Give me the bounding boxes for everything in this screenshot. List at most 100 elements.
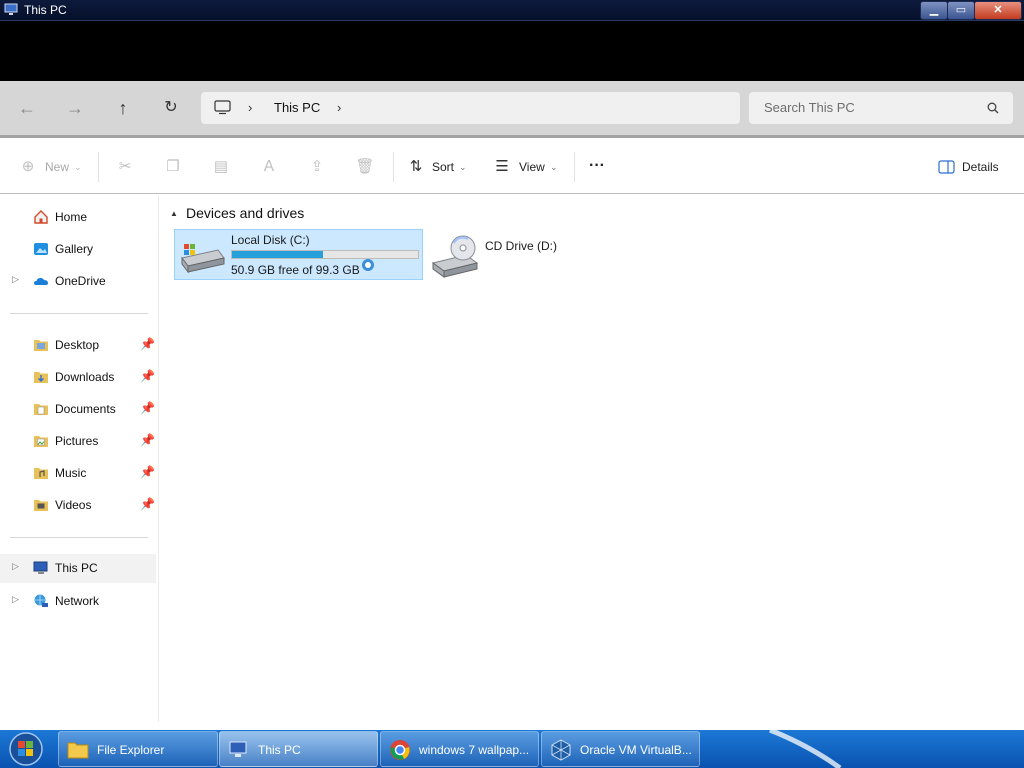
back-icon[interactable]: ← xyxy=(15,97,39,119)
loading-spinner-icon xyxy=(362,259,374,271)
breadcrumb-chevron-icon[interactable]: › xyxy=(337,100,341,115)
desktop-folder-icon xyxy=(34,340,48,351)
collapse-group-icon[interactable]: ▲ xyxy=(170,209,178,218)
sidebar-item-label: Desktop xyxy=(55,338,100,352)
taskbar-item-label: Oracle VM VirtualB... xyxy=(580,743,692,757)
pin-icon[interactable]: 📌 xyxy=(140,497,155,511)
monitor-icon xyxy=(214,100,231,115)
rename-icon[interactable]: Ａ xyxy=(259,157,279,177)
pictures-folder-icon xyxy=(34,436,48,447)
taskbar-item-label: File Explorer xyxy=(97,743,165,757)
sidebar-item-documents[interactable]: Documents 📌 xyxy=(0,395,156,423)
command-separator xyxy=(393,152,394,182)
downloads-folder-icon xyxy=(34,372,48,383)
close-button[interactable]: ✕ xyxy=(974,1,1022,20)
pin-icon[interactable]: 📌 xyxy=(140,369,155,383)
address-bar[interactable]: › This PC › xyxy=(201,92,740,124)
sidebar-item-label: OneDrive xyxy=(55,274,106,288)
sidebar-item-label: Downloads xyxy=(55,370,115,384)
maximize-button[interactable]: ▭ xyxy=(947,1,975,20)
sidebar-item-label: Gallery xyxy=(55,242,94,256)
minimize-button[interactable]: ▁ xyxy=(920,1,948,20)
virtualbox-icon xyxy=(551,739,571,761)
cut-icon[interactable]: ✂ xyxy=(115,157,135,177)
this-pc-icon xyxy=(229,741,247,757)
delete-icon[interactable]: 🗑 xyxy=(355,157,375,177)
up-icon[interactable]: ↑ xyxy=(111,97,135,119)
window-title-bar[interactable]: This PC xyxy=(0,0,1024,21)
music-folder-icon xyxy=(34,468,48,479)
taskbar-item-chrome[interactable]: windows 7 wallpap... xyxy=(380,731,539,767)
home-icon xyxy=(34,210,48,224)
taskbar-item-this-pc[interactable]: This PC xyxy=(219,731,378,767)
taskbar-item-label: This PC xyxy=(258,743,301,757)
view-chevron-icon[interactable]: ⌄ xyxy=(550,157,558,177)
new-plus-icon[interactable]: ⊕ xyxy=(18,157,38,177)
drive-usage-fill xyxy=(232,251,323,258)
pin-icon[interactable]: 📌 xyxy=(140,401,155,415)
breadcrumb-this-pc[interactable]: This PC xyxy=(274,100,320,115)
sidebar-separator xyxy=(10,313,148,314)
expand-chevron-icon[interactable]: ▷ xyxy=(12,561,19,572)
search-input[interactable]: Search This PC xyxy=(764,100,855,115)
sidebar-item-downloads[interactable]: Downloads 📌 xyxy=(0,363,156,391)
sidebar-item-onedrive[interactable]: ▷ OneDrive xyxy=(0,267,156,295)
this-pc-icon xyxy=(33,561,48,574)
wallpaper-light-streak xyxy=(769,730,842,768)
sidebar-item-music[interactable]: Music 📌 xyxy=(0,459,156,487)
sort-button[interactable]: Sort xyxy=(432,157,454,177)
sidebar-item-this-pc[interactable]: ▷ This PC xyxy=(0,554,156,583)
new-chevron-icon[interactable]: ⌄ xyxy=(74,157,82,177)
computer-icon xyxy=(4,3,18,15)
forward-icon[interactable]: → xyxy=(63,97,87,119)
copy-icon[interactable]: ❐ xyxy=(163,157,183,177)
hard-drive-icon xyxy=(181,244,225,274)
start-orb-icon[interactable] xyxy=(6,731,46,767)
taskbar-item-label: windows 7 wallpap... xyxy=(419,743,530,757)
pin-icon[interactable]: 📌 xyxy=(140,337,155,351)
chrome-icon xyxy=(390,740,410,760)
cd-drive-icon xyxy=(431,235,479,278)
view-icon[interactable]: ☰ xyxy=(492,157,512,177)
sort-icon[interactable]: ⇅ xyxy=(406,157,426,177)
sidebar-item-desktop[interactable]: Desktop 📌 xyxy=(0,331,156,359)
folder-icon xyxy=(67,742,89,759)
sidebar-item-home[interactable]: Home xyxy=(0,203,156,231)
details-button[interactable]: Details xyxy=(962,157,999,177)
new-button[interactable]: New xyxy=(45,157,69,177)
pin-icon[interactable]: 📌 xyxy=(140,433,155,447)
refresh-icon[interactable]: ↻ xyxy=(159,97,183,119)
details-pane-icon[interactable] xyxy=(938,160,955,174)
drive-local-disk-c[interactable]: Local Disk (C:) 50.9 GB free of 99.3 GB xyxy=(174,229,423,280)
drive-cd-d[interactable]: CD Drive (D:) xyxy=(430,229,630,280)
group-header-devices-and-drives[interactable]: Devices and drives xyxy=(186,205,304,221)
sort-chevron-icon[interactable]: ⌄ xyxy=(459,157,467,177)
sidebar-item-label: Music xyxy=(55,466,87,480)
taskbar-item-virtualbox[interactable]: Oracle VM VirtualB... xyxy=(541,731,700,767)
drive-usage-bar xyxy=(231,250,419,259)
sidebar-item-network[interactable]: ▷ Network xyxy=(0,587,156,615)
expand-chevron-icon[interactable]: ▷ xyxy=(12,274,19,285)
view-button[interactable]: View xyxy=(519,157,545,177)
taskbar-item-file-explorer[interactable]: File Explorer xyxy=(58,731,218,767)
sidebar-item-label: Videos xyxy=(55,498,92,512)
documents-folder-icon xyxy=(34,404,48,415)
pin-icon[interactable]: 📌 xyxy=(140,465,155,479)
onedrive-cloud-icon xyxy=(34,278,48,285)
breadcrumb-separator-icon[interactable]: › xyxy=(248,100,252,115)
search-icon xyxy=(987,102,999,114)
search-box[interactable]: Search This PC xyxy=(749,92,1013,124)
share-icon[interactable]: ⇪ xyxy=(307,157,327,177)
sidebar-item-pictures[interactable]: Pictures 📌 xyxy=(0,427,156,455)
sidebar-item-label: Network xyxy=(55,594,100,608)
paste-icon[interactable]: ▤ xyxy=(211,157,231,177)
sidebar-item-label: Documents xyxy=(55,402,116,416)
sidebar-item-videos[interactable]: Videos 📌 xyxy=(0,491,156,519)
network-icon xyxy=(34,594,48,607)
more-options-button[interactable]: ··· xyxy=(589,157,605,177)
command-bar xyxy=(0,138,1024,194)
drive-name: Local Disk (C:) xyxy=(231,233,310,247)
videos-folder-icon xyxy=(34,500,48,511)
sidebar-item-gallery[interactable]: Gallery xyxy=(0,235,156,263)
expand-chevron-icon[interactable]: ▷ xyxy=(12,594,19,605)
